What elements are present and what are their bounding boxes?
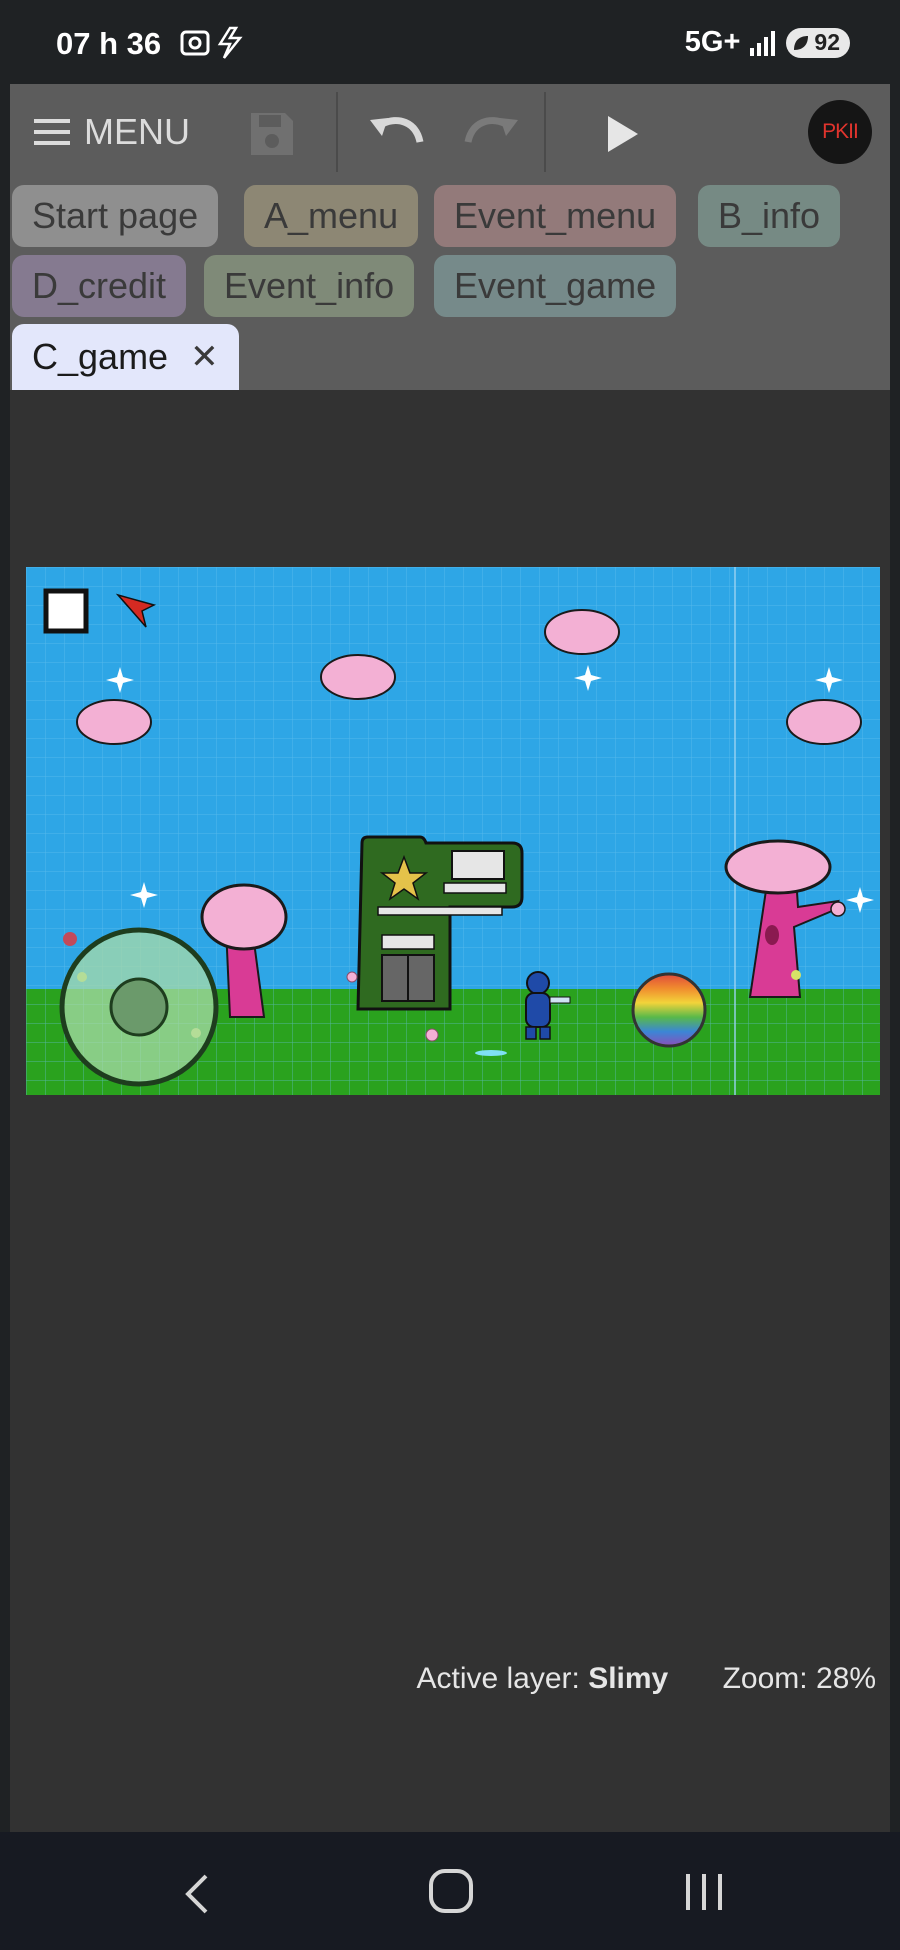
tab-label: Event_info <box>224 265 395 306</box>
status-time: 07 h 36 <box>56 26 162 61</box>
play-button[interactable] <box>594 106 650 162</box>
redo-button[interactable] <box>462 106 522 162</box>
status-right: 5G+ 92 <box>685 26 850 59</box>
save-button[interactable] <box>246 108 298 160</box>
tab-d-credit[interactable]: D_credit <box>12 255 187 317</box>
tab-label: Start page <box>32 195 199 236</box>
tab-label: Event_game <box>454 265 657 306</box>
tab-label: Event_menu <box>454 195 657 236</box>
menu-button[interactable]: MENU <box>34 104 190 160</box>
recents-icon[interactable] <box>682 1870 726 1914</box>
tab-label: D_credit <box>32 265 167 306</box>
save-icon <box>251 113 293 155</box>
tab-label: A_menu <box>264 195 399 236</box>
toolbar-separator <box>544 92 546 172</box>
scene-graphics <box>26 567 880 1095</box>
active-layer-label: Active layer: <box>416 1662 580 1695</box>
rainbow-ball <box>631 972 707 1048</box>
app-logo[interactable]: PKII <box>808 100 872 164</box>
cloud <box>786 699 862 745</box>
cloud <box>544 609 620 655</box>
undo-button[interactable] <box>366 106 426 162</box>
tab-b-info[interactable]: B_info <box>698 185 841 247</box>
tab-start-page[interactable]: Start page <box>12 185 219 247</box>
undo-icon <box>370 117 424 143</box>
navigation-bar <box>0 1832 900 1950</box>
editor-status: Active layer: Slimy Zoom: 28% <box>416 1662 876 1696</box>
tab-a-menu[interactable]: A_menu <box>244 185 419 247</box>
toolbar: MENU PKII <box>10 84 890 180</box>
tab-event-game[interactable]: Event_game <box>434 255 677 317</box>
virtual-joystick <box>59 927 219 1087</box>
toolbar-separator <box>336 92 338 172</box>
scene-tabs: Start page A_menu Event_menu B_info D_cr… <box>10 180 890 390</box>
close-tab-icon[interactable]: ✕ <box>190 337 219 377</box>
selection-square-icon <box>43 588 89 634</box>
tab-event-info[interactable]: Event_info <box>204 255 415 317</box>
signal-icon <box>750 30 776 56</box>
game-canvas[interactable] <box>26 567 880 1095</box>
battery-badge: 92 <box>786 27 850 58</box>
zoom-indicator: Zoom: 28% <box>722 1662 876 1695</box>
tab-label: C_game <box>32 336 169 377</box>
battery-level: 92 <box>814 29 840 55</box>
cloud <box>320 654 396 700</box>
active-layer-name: Slimy <box>588 1662 669 1695</box>
logo-text: PKII <box>822 120 859 143</box>
play-icon <box>608 116 638 152</box>
tab-event-menu[interactable]: Event_menu <box>434 185 677 247</box>
status-notification-icons <box>180 26 243 59</box>
status-bar: 07 h 36 5G+ 92 <box>0 0 900 84</box>
network-indicator: 5G+ <box>684 26 741 58</box>
back-icon[interactable] <box>180 1872 216 1916</box>
redo-icon <box>464 117 518 143</box>
leaf-icon <box>794 35 809 50</box>
tab-c-game[interactable]: C_game ✕ <box>12 324 239 390</box>
tab-label: B_info <box>718 195 821 236</box>
home-icon[interactable] <box>428 1868 474 1914</box>
menu-label: MENU <box>84 111 190 152</box>
hamburger-icon <box>34 119 70 145</box>
cloud <box>76 699 152 745</box>
